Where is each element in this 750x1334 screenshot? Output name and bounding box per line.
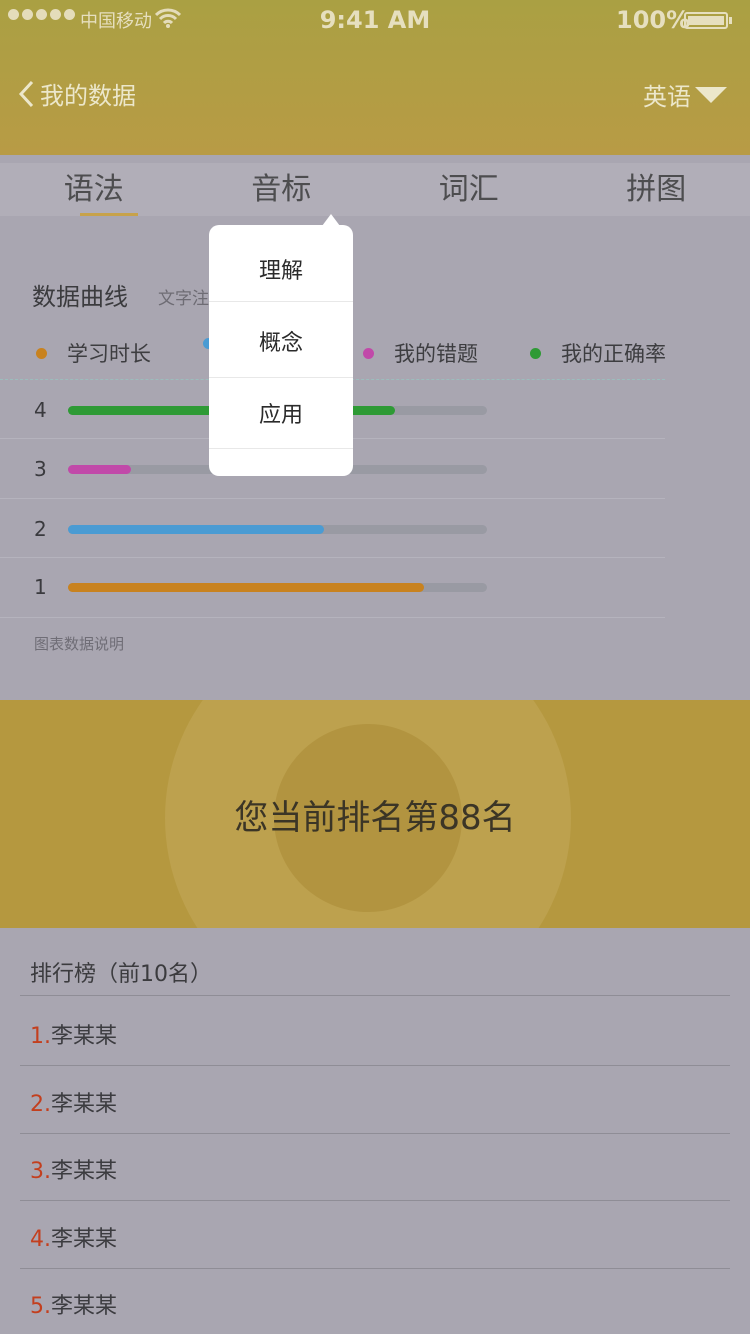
caret-down-icon — [695, 86, 727, 103]
bar-track — [68, 583, 487, 592]
chart-note: 图表数据说明 — [34, 635, 125, 653]
rank-name: 李某某 — [51, 1227, 118, 1252]
bar-fill — [68, 465, 131, 474]
rank-number: 3. — [30, 1159, 51, 1184]
leaderboard-item[interactable]: 3.李某某 — [30, 1153, 117, 1185]
row-divider — [0, 617, 665, 618]
bar-fill — [68, 583, 424, 592]
tab-grammar[interactable]: 语法 — [0, 163, 188, 216]
language-label: 英语 — [643, 83, 691, 111]
legend-item: 我的正确率 — [530, 338, 666, 368]
menu-divider — [209, 377, 353, 378]
rank-name: 李某某 — [51, 1092, 118, 1117]
legend-item: 我的错题 — [363, 338, 478, 368]
rank-number: 5. — [30, 1294, 51, 1319]
legend-label: 我的错题 — [394, 342, 478, 366]
tab-vocabulary[interactable]: 词汇 — [375, 163, 563, 216]
rank-number: 2. — [30, 1092, 51, 1117]
row-divider — [20, 1065, 730, 1066]
leaderboard-divider — [20, 995, 730, 996]
leaderboard-item[interactable]: 4.李某某 — [30, 1221, 117, 1253]
tab-puzzle[interactable]: 拼图 — [563, 163, 750, 216]
back-label: 我的数据 — [40, 82, 136, 110]
chart-title: 数据曲线 — [32, 283, 128, 311]
bar-label: 4 — [34, 398, 47, 422]
row-divider — [20, 1268, 730, 1269]
legend-swatch — [36, 347, 47, 359]
chart-subtitle: 文字注 — [158, 289, 209, 309]
rank-name: 李某某 — [51, 1024, 118, 1049]
row-divider — [20, 1133, 730, 1134]
legend-item: 学习时长 — [36, 338, 151, 368]
bar-label: 3 — [34, 457, 47, 481]
rank-number: 4. — [30, 1227, 51, 1252]
rank-name: 李某某 — [51, 1159, 118, 1184]
battery-percent: 100% — [616, 6, 691, 34]
legend-swatch — [530, 347, 541, 359]
tab-bar: 语法 音标 词汇 拼图 — [0, 163, 750, 216]
battery-tip — [729, 17, 732, 24]
status-bar: 中国移动 9:41 AM 100% — [0, 0, 750, 40]
row-divider — [20, 1200, 730, 1201]
menu-divider — [209, 301, 353, 302]
menu-divider — [209, 448, 353, 449]
bar-track — [68, 525, 487, 534]
row-divider — [0, 498, 665, 499]
chevron-left-icon — [18, 80, 34, 107]
battery-icon — [684, 12, 728, 29]
menu-item-apply[interactable]: 应用 — [209, 397, 353, 429]
rank-number: 1. — [30, 1024, 51, 1049]
bar-label: 1 — [34, 575, 47, 599]
chart-legend: 学习时长 我的错题 我的正确率 — [36, 338, 716, 368]
leaderboard-item[interactable]: 5.李某某 — [30, 1288, 117, 1320]
menu-item-concept[interactable]: 概念 — [209, 325, 353, 357]
leaderboard-item[interactable]: 2.李某某 — [30, 1086, 117, 1118]
legend-label: 我的正确率 — [561, 342, 666, 366]
bar-fill — [68, 525, 324, 534]
row-divider — [0, 557, 665, 558]
language-selector[interactable]: 英语 — [643, 77, 727, 112]
bar-label: 2 — [34, 517, 47, 541]
menu-item-understand[interactable]: 理解 — [209, 253, 353, 285]
tab-phonetics[interactable]: 音标 — [188, 163, 376, 216]
legend-swatch — [363, 347, 374, 359]
legend-label: 学习时长 — [67, 342, 151, 366]
dropdown-menu: 理解 概念 应用 — [209, 225, 353, 476]
back-button[interactable]: 我的数据 — [18, 76, 136, 111]
leaderboard-title: 排行榜（前10名） — [30, 962, 212, 987]
rank-name: 李某某 — [51, 1294, 118, 1319]
rank-text: 您当前排名第88名 — [234, 798, 516, 838]
leaderboard-item[interactable]: 1.李某某 — [30, 1018, 117, 1050]
